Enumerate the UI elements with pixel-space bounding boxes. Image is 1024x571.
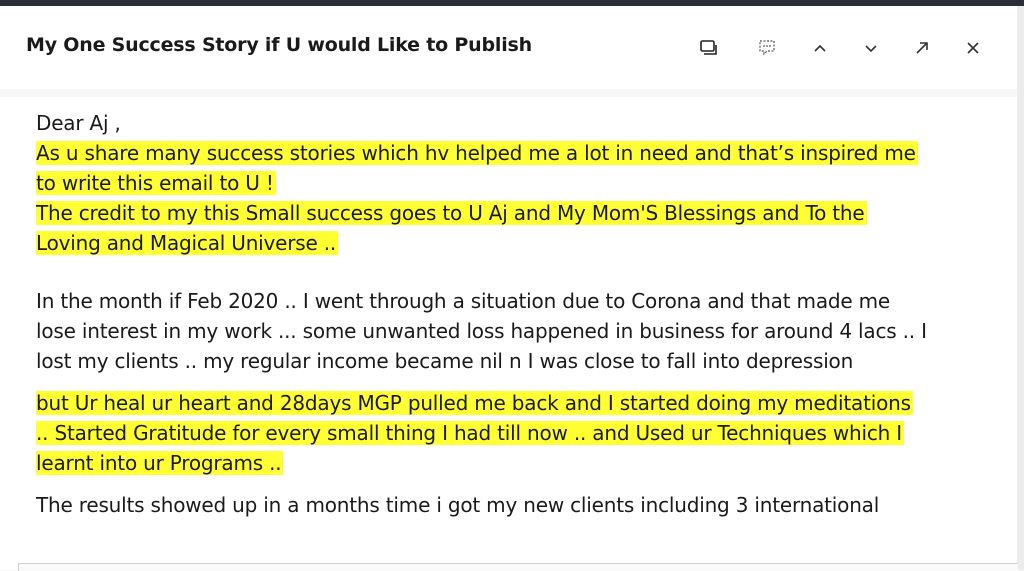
close-icon[interactable] bbox=[959, 34, 987, 62]
highlighted-text: The credit to my this Small success goes… bbox=[36, 201, 867, 225]
expand-arrow-icon[interactable] bbox=[908, 34, 936, 62]
body-text: lost my clients .. my regular income bec… bbox=[36, 349, 854, 373]
highlighted-text: but Ur heal ur heart and 28days MGP pull… bbox=[36, 391, 913, 415]
highlighted-text: As u share many success stories which hv… bbox=[36, 141, 918, 165]
body-line: The credit to my this Small success goes… bbox=[36, 198, 1006, 228]
highlighted-text: learnt into ur Programs .. bbox=[36, 451, 284, 475]
body-line: .. Started Gratitude for every small thi… bbox=[36, 418, 1006, 448]
body-line: The results showed up in a months time i… bbox=[36, 490, 1006, 520]
email-header: My One Success Story if U would Like to … bbox=[0, 6, 1017, 90]
highlighted-text: .. Started Gratitude for every small thi… bbox=[36, 421, 904, 445]
scrollbar-track[interactable] bbox=[1017, 6, 1024, 570]
body-line: As u share many success stories which hv… bbox=[36, 138, 1006, 168]
highlighted-text: to write this email to U ! bbox=[36, 171, 276, 195]
highlighted-text: Loving and Magical Universe .. bbox=[36, 231, 339, 255]
body-line: to write this email to U ! bbox=[36, 168, 1006, 198]
email-subject: My One Success Story if U would Like to … bbox=[26, 34, 532, 56]
body-line: learnt into ur Programs .. bbox=[36, 448, 1006, 478]
body-line: lost my clients .. my regular income bec… bbox=[36, 346, 1006, 376]
body-text: The results showed up in a months time i… bbox=[36, 493, 880, 517]
comment-icon[interactable] bbox=[753, 34, 781, 62]
body-line: Loving and Magical Universe .. bbox=[36, 228, 1006, 258]
greeting-line: Dear Aj , bbox=[36, 108, 1006, 138]
body-text: In the month if Feb 2020 .. I went throu… bbox=[36, 289, 891, 313]
body-text: lose interest in my work ... some unwant… bbox=[36, 319, 927, 343]
greeting-text: Dear Aj , bbox=[36, 111, 121, 135]
body-line: lose interest in my work ... some unwant… bbox=[36, 316, 1006, 346]
chevron-up-icon[interactable] bbox=[806, 34, 834, 62]
header-divider bbox=[0, 89, 1017, 97]
popout-window-icon[interactable] bbox=[695, 34, 723, 62]
chevron-down-icon[interactable] bbox=[857, 34, 885, 62]
body-line: but Ur heal ur heart and 28days MGP pull… bbox=[36, 388, 1006, 418]
email-body: Dear Aj , As u share many success storie… bbox=[36, 108, 1006, 520]
body-line: In the month if Feb 2020 .. I went throu… bbox=[36, 286, 1006, 316]
